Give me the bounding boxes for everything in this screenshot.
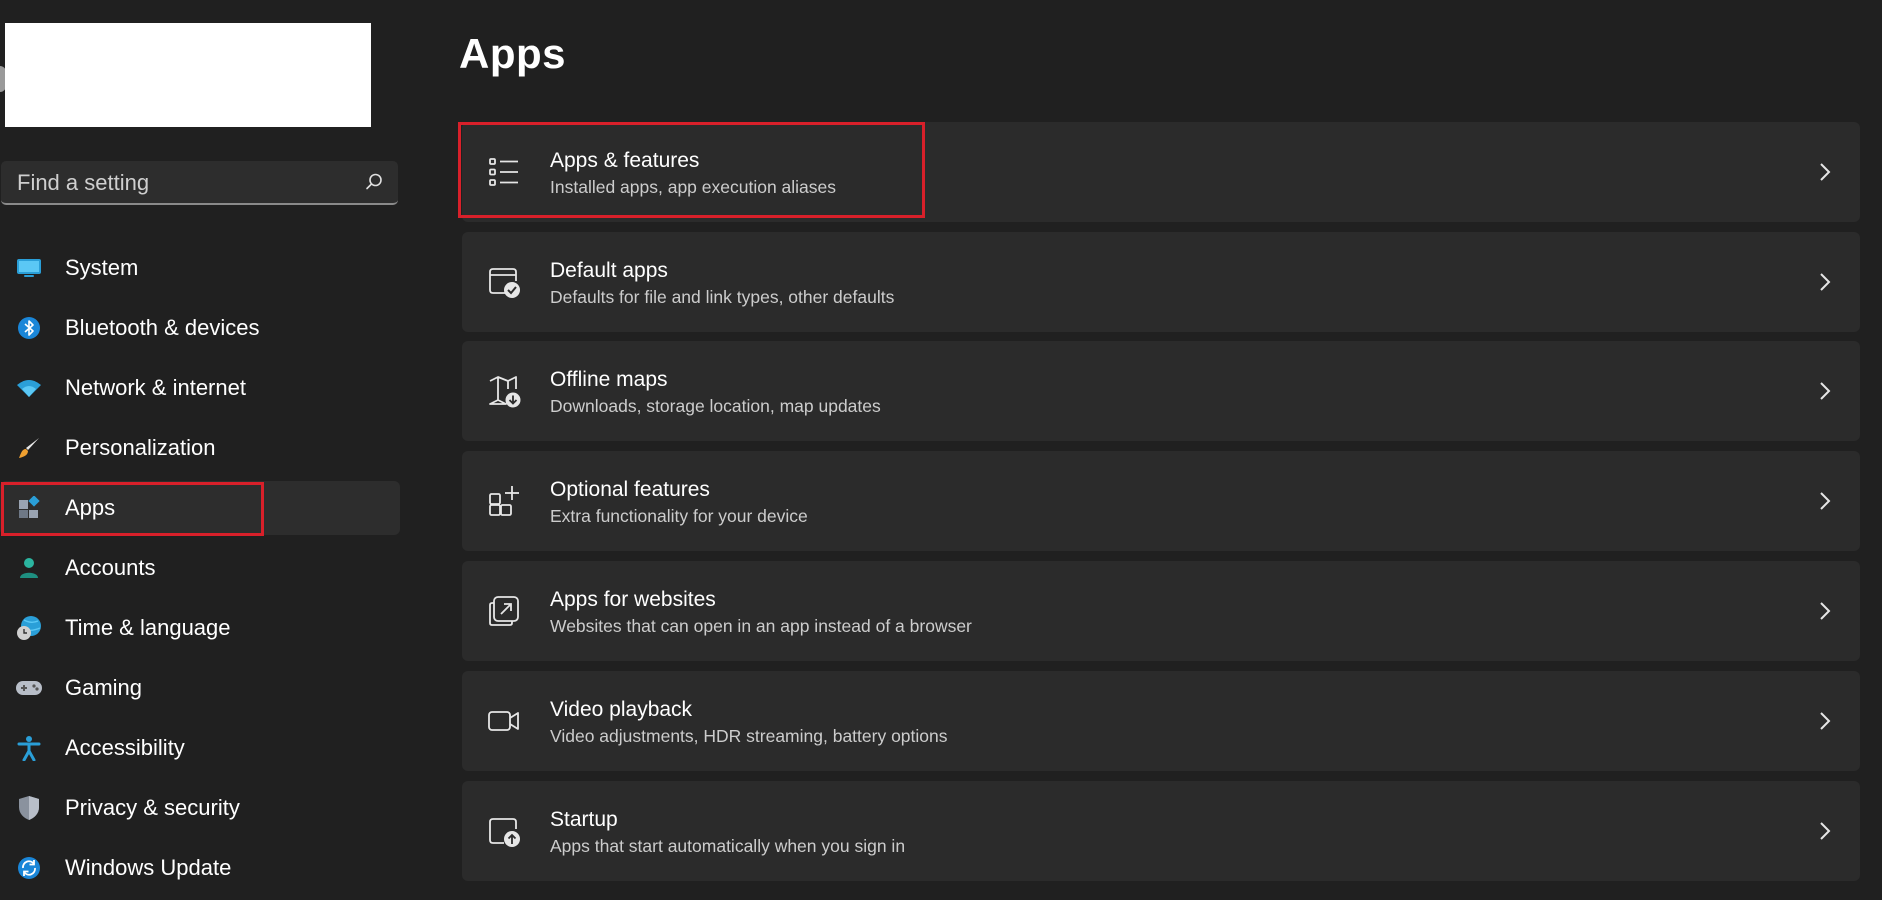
card-title: Startup	[550, 808, 618, 831]
card-title: Video playback	[550, 698, 693, 721]
card-apps-features[interactable]: Apps & features Installed apps, app exec…	[462, 122, 1860, 222]
sidebar-item-apps[interactable]: Apps	[0, 481, 400, 535]
list-icon	[489, 158, 518, 186]
startup-icon	[489, 818, 520, 847]
accessibility-icon	[15, 734, 43, 762]
add-grid-icon	[489, 486, 519, 516]
search-input[interactable]	[15, 161, 349, 205]
gamepad-icon	[15, 674, 43, 702]
map-download-icon	[489, 376, 521, 408]
profile-redacted-box	[5, 23, 371, 127]
sidebar-item-network[interactable]: Network & internet	[0, 361, 400, 415]
monitor-icon	[15, 254, 43, 282]
chevron-right-icon	[1820, 602, 1831, 620]
chevron-right-icon	[1820, 822, 1831, 840]
open-external-icon	[489, 596, 519, 626]
search-icon[interactable]	[364, 172, 384, 192]
card-optional-features[interactable]: Optional features Extra functionality fo…	[462, 451, 1860, 551]
card-title: Optional features	[550, 478, 710, 501]
card-title: Offline maps	[550, 368, 668, 391]
card-video-playback[interactable]: Video playback Video adjustments, HDR st…	[462, 671, 1860, 771]
globe-clock-icon	[15, 614, 43, 642]
card-subtitle: Downloads, storage location, map updates	[550, 396, 881, 416]
sidebar-item-gaming[interactable]: Gaming	[0, 661, 400, 715]
video-camera-icon	[488, 711, 519, 731]
card-default-apps[interactable]: Default apps Defaults for file and link …	[462, 232, 1860, 332]
sidebar-item-label: Privacy & security	[65, 795, 240, 820]
card-title: Apps for websites	[550, 588, 716, 611]
sidebar-item-personalization[interactable]: Personalization	[0, 421, 400, 475]
sidebar: System Bluetooth & devices Network & int…	[0, 0, 404, 900]
update-icon	[15, 854, 43, 882]
default-apps-icon	[489, 268, 520, 298]
sidebar-item-label: Apps	[65, 495, 116, 520]
chevron-right-icon	[1820, 273, 1831, 291]
sidebar-item-label: Gaming	[65, 675, 143, 700]
apps-icon	[15, 494, 43, 522]
chevron-right-icon	[1820, 382, 1831, 400]
sidebar-item-label: Time & language	[65, 615, 231, 640]
person-icon	[15, 554, 43, 582]
bluetooth-icon	[15, 314, 43, 342]
card-startup[interactable]: Startup Apps that start automatically wh…	[462, 781, 1860, 881]
card-subtitle: Defaults for file and link types, other …	[550, 287, 895, 307]
search-box[interactable]	[1, 161, 398, 205]
card-subtitle: Extra functionality for your device	[550, 506, 808, 526]
sidebar-item-label: Accounts	[65, 555, 156, 580]
sidebar-item-accounts[interactable]: Accounts	[0, 541, 400, 595]
sidebar-item-accessibility[interactable]: Accessibility	[0, 721, 400, 775]
sidebar-item-label: Bluetooth & devices	[65, 315, 260, 340]
sidebar-item-privacy-security[interactable]: Privacy & security	[0, 781, 400, 835]
sidebar-item-label: Personalization	[65, 435, 216, 460]
card-subtitle: Apps that start automatically when you s…	[550, 836, 906, 856]
main-content: Apps Apps & features Installed apps, app…	[404, 0, 1882, 900]
sidebar-item-label: System	[65, 255, 139, 280]
card-offline-maps[interactable]: Offline maps Downloads, storage location…	[462, 341, 1860, 441]
shield-icon	[15, 794, 43, 822]
sidebar-item-label: Accessibility	[65, 735, 185, 760]
sidebar-item-label: Windows Update	[65, 855, 232, 880]
sidebar-item-windows-update[interactable]: Windows Update	[0, 841, 400, 895]
card-subtitle: Installed apps, app execution aliases	[550, 177, 837, 197]
card-subtitle: Websites that can open in an app instead…	[550, 616, 972, 636]
chevron-right-icon	[1820, 163, 1831, 181]
brush-icon	[15, 434, 43, 462]
wifi-icon	[15, 374, 43, 402]
chevron-right-icon	[1820, 712, 1831, 730]
card-apps-for-websites[interactable]: Apps for websites Websites that can open…	[462, 561, 1860, 661]
page-title: Apps	[459, 30, 566, 77]
sidebar-item-time-language[interactable]: Time & language	[0, 601, 400, 655]
card-subtitle: Video adjustments, HDR streaming, batter…	[550, 726, 948, 746]
sidebar-item-label: Network & internet	[65, 375, 246, 400]
chevron-right-icon	[1820, 492, 1831, 510]
card-title: Default apps	[550, 259, 668, 282]
sidebar-item-bluetooth[interactable]: Bluetooth & devices	[0, 301, 400, 355]
card-title: Apps & features	[550, 149, 700, 172]
sidebar-item-system[interactable]: System	[0, 241, 400, 295]
